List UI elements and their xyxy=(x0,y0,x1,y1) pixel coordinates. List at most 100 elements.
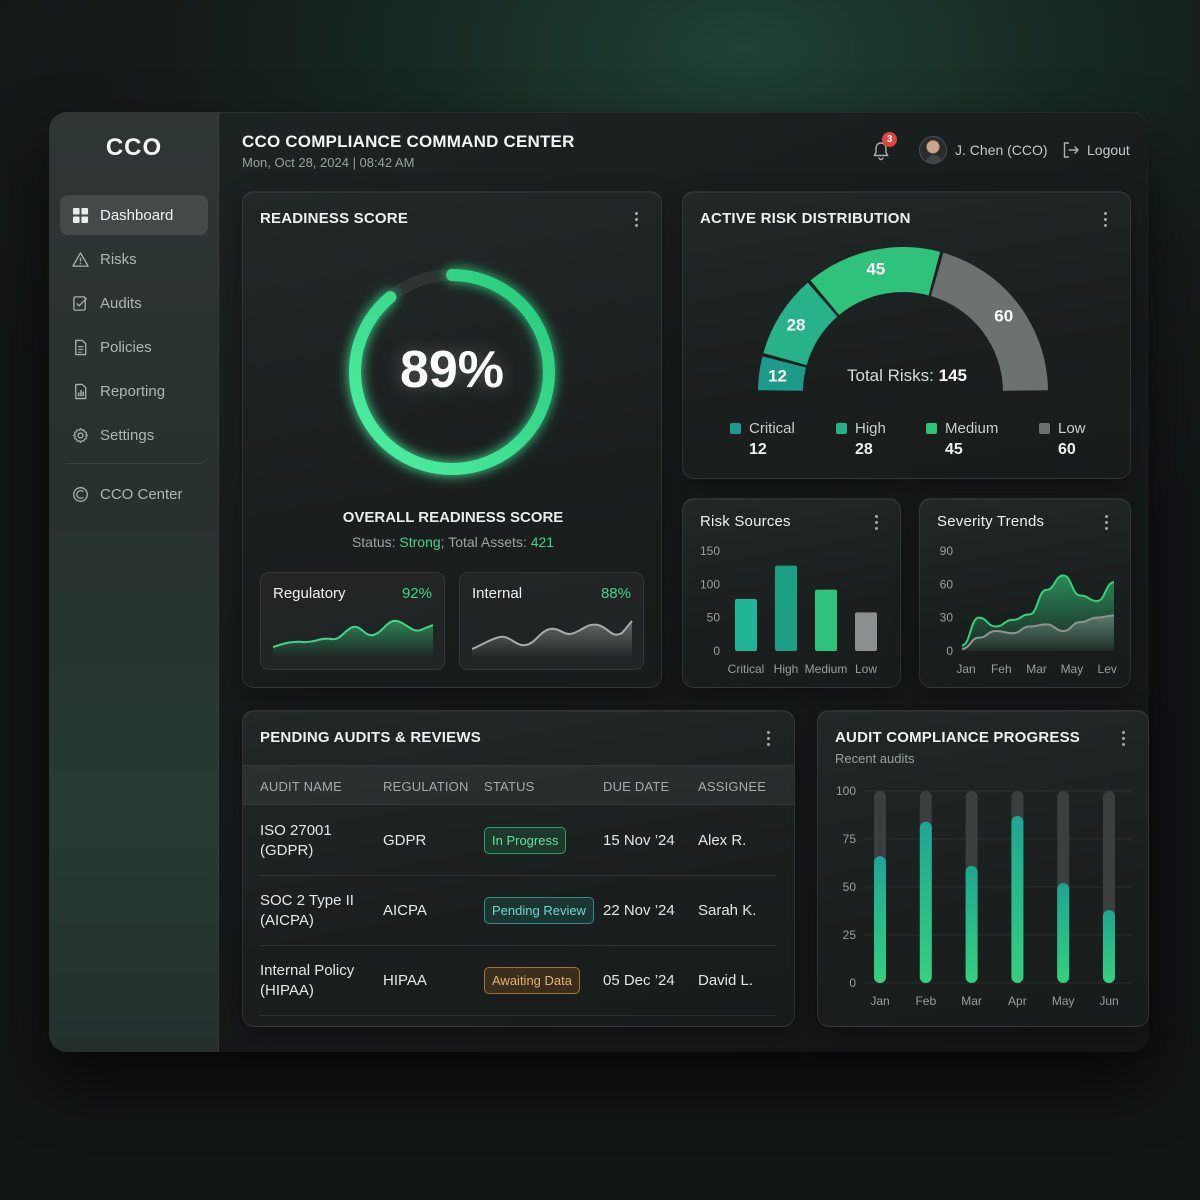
readiness-more-icon[interactable] xyxy=(633,212,639,230)
legend-label: Critical xyxy=(749,420,795,437)
y-tick-label: 75 xyxy=(843,832,857,846)
y-tick-label: 60 xyxy=(940,577,954,591)
legend-label: Low xyxy=(1058,420,1086,437)
sidebar-item-label: Audits xyxy=(100,294,142,312)
gear-icon xyxy=(72,427,89,443)
y-tick-label: 0 xyxy=(849,976,856,990)
sidebar-item-dashboard[interactable]: Dashboard xyxy=(60,195,208,235)
legend-swatch xyxy=(730,423,741,434)
column-header-due-date[interactable]: DUE DATE xyxy=(603,779,669,794)
readiness-score-value: 89% xyxy=(399,341,505,399)
status-badge: Pending Review xyxy=(484,897,594,924)
bar-feb xyxy=(919,821,932,983)
total-risks-value: 145 xyxy=(938,366,968,385)
due-date-cell: 15 Nov ’24 xyxy=(603,832,675,849)
bar-jan xyxy=(874,856,886,983)
y-tick-label: 100 xyxy=(836,784,856,798)
sidebar-divider xyxy=(66,463,202,464)
sidebar-item-audits[interactable]: Audits xyxy=(60,283,208,323)
app-window: CCO Dashboard Risks Audits Policies Repo… xyxy=(49,112,1149,1052)
audit-name: Internal Policy (HIPAA) xyxy=(260,961,354,1001)
column-header-audit-name[interactable]: AUDIT NAME xyxy=(260,779,342,794)
audit-name-line1: SOC 2 Type II xyxy=(260,892,354,909)
user-name[interactable]: J. Chen (CCO) xyxy=(955,142,1048,158)
assignee-cell: Alex R. xyxy=(698,832,747,849)
dashboard-grid-icon xyxy=(72,207,89,223)
bar-apr xyxy=(1011,815,1024,983)
status-value: Strong xyxy=(399,534,441,550)
policy-document-icon xyxy=(75,339,87,355)
gauge-label-low: 60 xyxy=(994,306,1013,325)
column-header-assignee[interactable]: ASSIGNEE xyxy=(698,779,766,794)
legend-swatch xyxy=(926,423,937,434)
internal-value: 88% xyxy=(600,585,631,602)
due-date-cell: 05 Dec ’24 xyxy=(603,972,675,989)
legend-label: High xyxy=(855,420,886,437)
avatar[interactable] xyxy=(919,136,947,164)
table-row[interactable]: SOC 2 Type II (AICPA) AICPA Pending Revie… xyxy=(259,876,776,946)
y-tick-label: 50 xyxy=(843,880,857,894)
x-tick-label: Jan xyxy=(956,662,975,676)
y-tick-label: 30 xyxy=(940,611,954,625)
report-chart-icon xyxy=(75,383,87,399)
logout-button[interactable]: Logout xyxy=(1087,142,1130,158)
internal-mini-card[interactable]: Internal 88% xyxy=(459,572,644,670)
legend-medium: Medium 45 xyxy=(926,420,1036,459)
readiness-status: Status: Strong; Total Assets: 421 xyxy=(243,534,663,550)
internal-label: Internal xyxy=(472,585,523,602)
regulation-cell: HIPAA xyxy=(383,972,427,989)
audit-checklist-icon xyxy=(73,295,88,311)
bar-mar xyxy=(965,865,978,983)
x-tick-label: Lev xyxy=(1098,662,1117,676)
sidebar-item-cco-center[interactable]: CCO Center xyxy=(60,474,208,514)
column-header-regulation[interactable]: REGULATION xyxy=(383,779,469,794)
x-tick-label: Jan xyxy=(870,994,889,1008)
table-row[interactable]: Internal Policy (HIPAA) HIPAA Awaiting Da… xyxy=(259,946,776,1016)
x-tick-label: Critical xyxy=(728,662,765,676)
sidebar-item-label: Dashboard xyxy=(100,206,174,224)
cco-center-icon xyxy=(73,486,88,502)
readiness-title: READINESS SCORE xyxy=(260,210,409,227)
notification-badge: 3 xyxy=(882,132,897,147)
bar-critical xyxy=(735,599,757,651)
logout-icon[interactable] xyxy=(1061,140,1081,160)
audit-name: SOC 2 Type II (AICPA) xyxy=(260,891,354,931)
risk-distribution-card: ACTIVE RISK DISTRIBUTION 12 28 45 60 Total … xyxy=(682,191,1131,479)
regulatory-sparkline xyxy=(273,619,434,657)
legend-value: 60 xyxy=(1058,441,1076,458)
pending-audits-more-icon[interactable] xyxy=(765,731,771,749)
x-tick-label: May xyxy=(1052,994,1075,1008)
pending-audits-title: PENDING AUDITS & REVIEWS xyxy=(260,729,481,746)
bar-high xyxy=(775,565,797,651)
column-header-status[interactable]: STATUS xyxy=(484,779,535,794)
readiness-ring: 89% xyxy=(332,252,572,492)
y-tick-label: 25 xyxy=(843,928,857,942)
y-tick-label: 150 xyxy=(700,544,720,558)
sidebar-item-policies[interactable]: Policies xyxy=(60,327,208,367)
bar-medium xyxy=(815,589,837,651)
sidebar-item-settings[interactable]: Settings xyxy=(60,415,208,455)
assignee-cell: Sarah K. xyxy=(698,902,757,919)
sidebar-item-label: Risks xyxy=(100,250,137,268)
sidebar-item-risks[interactable]: Risks xyxy=(60,239,208,279)
regulatory-mini-card[interactable]: Regulatory 92% xyxy=(260,572,445,670)
table-row[interactable]: ISO 27001 (GDPR) GDPR In Progress 15 Nov … xyxy=(259,806,776,876)
page-datetime: Mon, Oct 28, 2024 | 08:42 AM xyxy=(242,155,415,170)
gauge-segment-medium xyxy=(810,247,941,316)
sidebar-item-reporting[interactable]: Reporting xyxy=(60,371,208,411)
x-tick-label: Feh xyxy=(991,662,1012,676)
status-badge: In Progress xyxy=(484,827,567,854)
legend-value: 12 xyxy=(749,441,767,458)
regulatory-value: 92% xyxy=(401,585,432,602)
severity-trends-card: Severity Trends 90 60 30 0 Jan Feh Mar May Lev xyxy=(919,498,1131,688)
x-tick-label: May xyxy=(1061,662,1084,676)
legend-low: Low 60 xyxy=(1039,420,1149,459)
legend-swatch xyxy=(1039,423,1050,434)
legend-critical: Critical 12 xyxy=(730,420,840,459)
sidebar: CCO Dashboard Risks Audits Policies Repo… xyxy=(49,112,219,1052)
audit-name-line2: (GDPR) xyxy=(260,842,314,859)
y-tick-label: 50 xyxy=(707,611,721,625)
assets-value: 421 xyxy=(530,534,555,550)
x-tick-label: Mar xyxy=(961,994,982,1008)
status-badge: Awaiting Data xyxy=(484,967,580,994)
